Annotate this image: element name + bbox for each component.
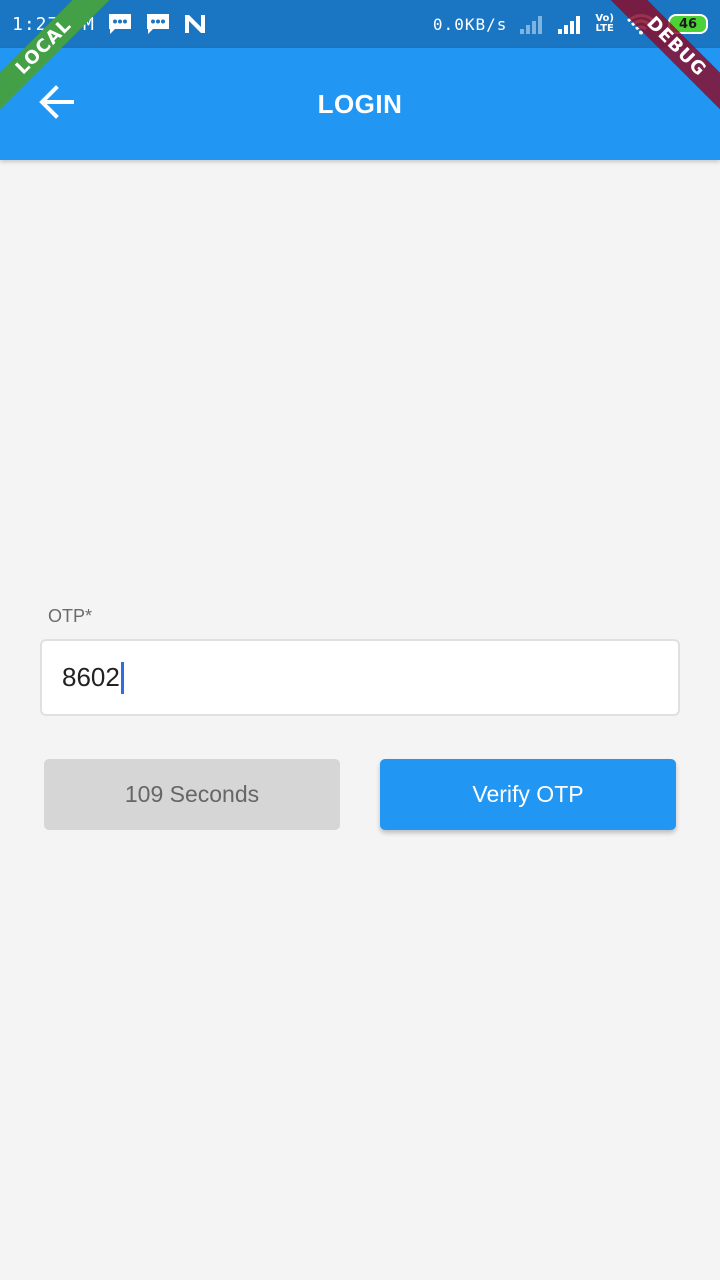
volte-bottom: LTE	[595, 23, 614, 34]
text-cursor	[120, 661, 124, 694]
signal-icon	[557, 13, 583, 35]
message-icon	[107, 12, 133, 36]
volte-indicator: Vo) LTE	[595, 14, 614, 34]
verify-label: Verify OTP	[472, 781, 584, 807]
otp-input[interactable]: 8602	[40, 639, 680, 716]
message-icon	[145, 12, 171, 36]
page-title: LOGIN	[317, 88, 403, 119]
n-icon	[183, 13, 207, 35]
app-bar: LOGIN	[0, 48, 720, 160]
screen: 1:27 PM	[0, 0, 720, 1280]
otp-label: OTP*	[48, 606, 93, 626]
timer-label: 109 Seconds	[124, 781, 260, 807]
status-bar: 1:27 PM	[0, 0, 720, 48]
network-speed: 0.0KB/s	[432, 14, 508, 34]
otp-value: 8602	[62, 662, 120, 692]
resend-timer-button: 109 Seconds	[44, 759, 340, 830]
back-button[interactable]	[30, 78, 82, 130]
verify-otp-button[interactable]: Verify OTP	[380, 759, 676, 830]
arrow-back-icon	[38, 85, 74, 123]
signal-weak-icon	[519, 13, 545, 35]
